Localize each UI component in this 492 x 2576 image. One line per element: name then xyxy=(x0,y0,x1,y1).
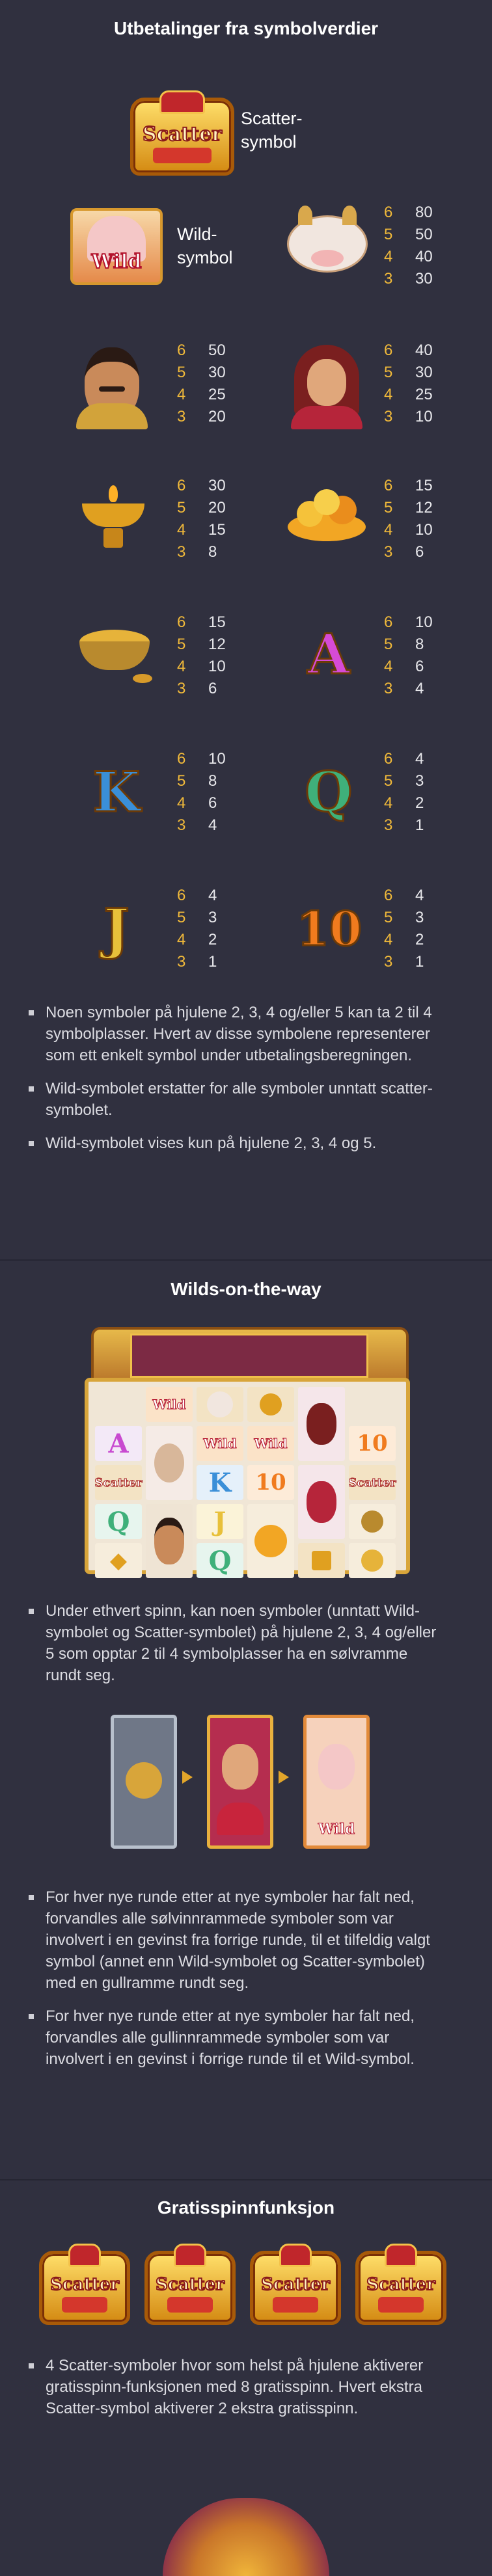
q-symbol-icon: Q xyxy=(304,758,353,825)
ten-symbol-icon: 10 xyxy=(295,900,362,957)
wild-frame-symbol: Wild xyxy=(303,1715,370,1849)
ten-paytable: 64 53 42 31 xyxy=(384,887,424,971)
scatter-symbol-icon: Scatter xyxy=(39,2244,130,2325)
spice-paytable: 6 15 5 12 4 10 36 xyxy=(177,613,226,697)
grid-cell xyxy=(298,1387,345,1461)
grid-cell: Scatter xyxy=(94,1465,143,1500)
q-paytable: 64 53 42 31 xyxy=(384,750,424,834)
grid-cell: K xyxy=(197,1465,243,1500)
scatter-symbol-icon: Scatter xyxy=(130,90,234,176)
grid-cell xyxy=(247,1504,294,1578)
a-paytable: 6 10 58 46 34 xyxy=(384,613,433,697)
paytable-rules-list: Noen symboler på hjulene 2, 3, 4 og/elle… xyxy=(26,1002,443,1166)
grid-cell: Wild xyxy=(197,1426,243,1461)
lamp-paytable: 6 30 5 20 4 15 38 xyxy=(177,477,226,561)
j-symbol-icon: J xyxy=(103,895,131,961)
man-symbol-icon xyxy=(73,345,151,429)
sweets-paytable: 6 15 5 12 4 10 36 xyxy=(384,477,433,561)
wilds-title: Wilds-on-the-way xyxy=(171,1279,321,1299)
rule-item: Under ethvert spinn, kan noen symboler (… xyxy=(26,1600,443,1686)
frame-transform-image: Wild xyxy=(111,1715,384,1849)
grid-cell: Q xyxy=(197,1543,243,1578)
grid-cell: Scatter xyxy=(348,1465,396,1500)
free-spins-rule-list: 4 Scatter-symboler hvor som helst på hju… xyxy=(26,2355,443,2431)
grid-cell xyxy=(146,1504,193,1578)
grid-cell xyxy=(349,1504,396,1539)
rule-item: For hver nye runde etter at nye symboler… xyxy=(26,1886,443,1994)
free-spins-title: Gratisspinnfunksjon xyxy=(157,2197,335,2218)
scatter-symbol-icon: Scatter xyxy=(250,2244,341,2325)
grid-cell xyxy=(146,1426,193,1500)
grid-cell xyxy=(298,1543,345,1578)
wilds-rule-list-2: For hver nye runde etter at nye symboler… xyxy=(26,1886,443,2082)
grid-cell: Q xyxy=(95,1504,142,1539)
grid-cell: A xyxy=(95,1426,142,1461)
grid-cell: Wild xyxy=(146,1387,193,1422)
wilds-rule-list-1: Under ethvert spinn, kan noen symboler (… xyxy=(26,1600,443,1698)
game-board-image: A Scatter Q ◆ Wild Wild K J Q Wild 10 10… xyxy=(85,1327,410,1578)
scatter-label: Scatter- symbol xyxy=(241,109,303,152)
scatter-symbol-icon: Scatter xyxy=(355,2244,446,2325)
free-spins-banner-image xyxy=(163,2498,329,2576)
rule-item: For hver nye runde etter at nye symboler… xyxy=(26,2006,443,2070)
section-divider xyxy=(0,2179,492,2180)
silver-frame-symbol xyxy=(111,1715,177,1849)
cow-symbol-icon xyxy=(285,206,370,280)
woman-symbol-icon xyxy=(288,345,366,429)
grid-cell xyxy=(197,1387,243,1422)
scatter-symbol-icon: Scatter xyxy=(144,2244,236,2325)
k-symbol-icon: K xyxy=(92,758,141,825)
grid-cell xyxy=(247,1387,294,1422)
rule-item: Wild-symbolet vises kun på hjulene 2, 3,… xyxy=(26,1133,443,1154)
sweets-symbol-icon xyxy=(286,481,367,553)
grid-cell: ◆ xyxy=(95,1543,142,1578)
k-paytable: 6 10 58 46 34 xyxy=(177,750,226,834)
grid-cell xyxy=(298,1465,345,1539)
grid-cell: 10 xyxy=(349,1426,396,1461)
rule-item: 4 Scatter-symboler hvor som helst på hju… xyxy=(26,2355,443,2419)
grid-cell xyxy=(349,1543,396,1578)
wild-label: Wild- symbol xyxy=(177,224,233,267)
woman-paytable: 6 40 5 30 4 25 3 10 xyxy=(384,342,433,425)
rule-item: Wild-symbolet erstatter for alle symbole… xyxy=(26,1078,443,1121)
a-symbol-icon: A xyxy=(307,621,351,687)
spice-symbol-icon xyxy=(74,618,155,690)
section-divider xyxy=(0,1259,492,1261)
gold-frame-symbol xyxy=(207,1715,273,1849)
man-paytable: 6 50 5 30 4 25 3 20 xyxy=(177,342,226,425)
paytable-title: Utbetalinger fra symbolverdier xyxy=(113,18,379,38)
wild-symbol-icon: Wild xyxy=(70,208,163,285)
lamp-symbol-icon xyxy=(74,481,152,553)
cow-paytable: 6 80 5 50 4 40 3 30 xyxy=(384,204,433,288)
rule-item: Noen symboler på hjulene 2, 3, 4 og/elle… xyxy=(26,1002,443,1066)
j-paytable: 64 53 42 31 xyxy=(177,887,217,971)
grid-cell: J xyxy=(197,1504,243,1539)
arrow-right-icon xyxy=(279,1771,289,1784)
arrow-right-icon xyxy=(182,1771,193,1784)
grid-cell: Wild xyxy=(247,1426,294,1461)
grid-cell: 10 xyxy=(247,1465,294,1500)
